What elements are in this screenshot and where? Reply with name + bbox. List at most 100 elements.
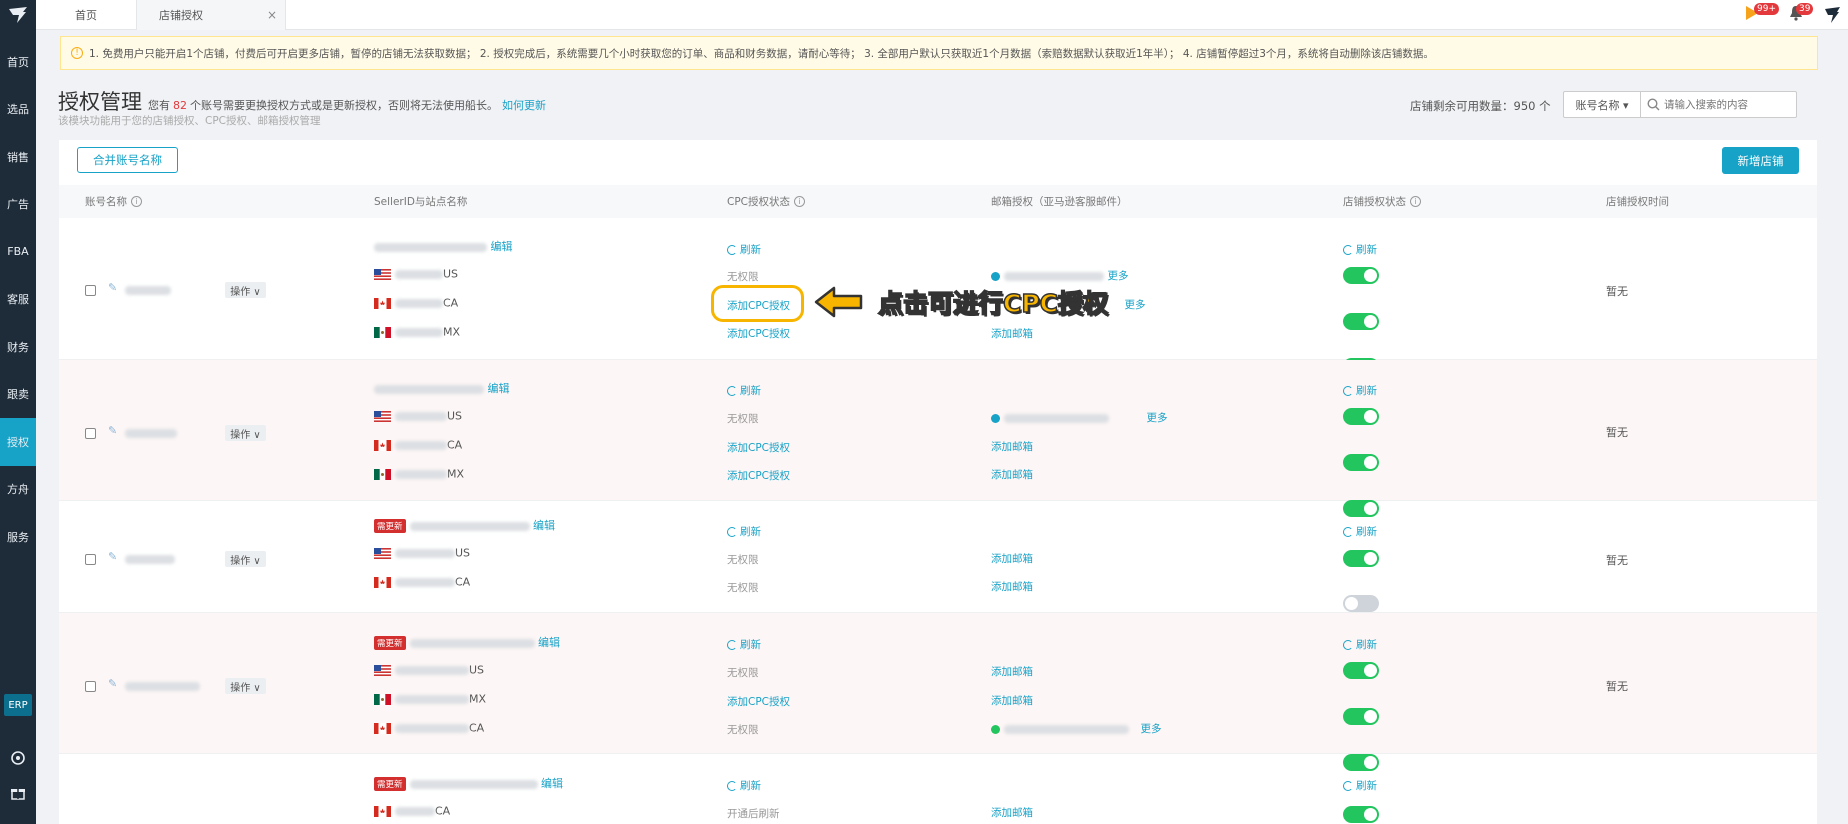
store-toggle-ca[interactable] xyxy=(1343,454,1379,471)
cpc-refresh-button[interactable]: 刷新 xyxy=(727,242,761,257)
edit-seller-link[interactable]: 编辑 xyxy=(538,636,560,649)
more-link[interactable]: 更多 xyxy=(1141,723,1162,735)
store-toggle-ca[interactable] xyxy=(1343,313,1379,330)
more-link[interactable]: 更多 xyxy=(1125,299,1146,311)
edit-seller-link[interactable]: 编辑 xyxy=(533,519,555,532)
row-checkbox[interactable] xyxy=(85,428,96,439)
user-avatar-icon[interactable] xyxy=(1822,4,1844,26)
add-email-button[interactable]: 添加邮箱 xyxy=(991,439,1033,454)
store-refresh-button[interactable]: 刷新 xyxy=(1343,778,1377,793)
add-email-button[interactable]: 添加邮箱 xyxy=(991,326,1033,341)
cpc-refresh-button[interactable]: 刷新 xyxy=(727,383,761,398)
add-email-button[interactable]: 添加邮箱 xyxy=(991,805,1033,820)
store-refresh-button[interactable]: 刷新 xyxy=(1343,524,1377,539)
sidebar-item-auth[interactable]: 授权 xyxy=(0,418,36,466)
mx-flag-icon xyxy=(374,468,391,480)
operation-dropdown[interactable]: 操作 ∨ xyxy=(225,551,266,567)
store-toggle-us[interactable] xyxy=(1343,408,1379,425)
site-code: US xyxy=(455,546,471,560)
add-email-button[interactable]: 添加邮箱 xyxy=(991,467,1033,482)
add-email-button[interactable]: 添加邮箱 xyxy=(991,551,1033,566)
search-input[interactable] xyxy=(1664,98,1789,111)
store-refresh-button[interactable]: 刷新 xyxy=(1343,637,1377,652)
more-link[interactable]: 更多 xyxy=(1147,412,1168,424)
edit-name-icon[interactable]: ✎ xyxy=(108,677,117,690)
store-auth-time: 暂无 xyxy=(1606,285,1628,298)
operation-dropdown[interactable]: 操作 ∨ xyxy=(225,282,266,298)
site-ca: CA xyxy=(374,438,462,452)
sidebar-item-services[interactable]: 服务 xyxy=(0,513,36,561)
tab-store-auth[interactable]: 店铺授权 × xyxy=(136,0,286,30)
sidebar-item-fba[interactable]: FBA xyxy=(0,228,36,276)
support-icon[interactable] xyxy=(8,748,28,768)
top-bar: 首页 店铺授权 × 99+ 39 xyxy=(36,0,1848,30)
row-checkbox[interactable] xyxy=(85,285,96,296)
info-icon[interactable]: i xyxy=(794,196,805,207)
ca-flag-icon xyxy=(374,805,391,817)
store-toggle-ca[interactable] xyxy=(1343,595,1379,612)
info-icon[interactable]: i xyxy=(1410,196,1421,207)
add-email-button[interactable]: 添加邮箱 xyxy=(991,579,1033,594)
tab-home[interactable]: 首页 xyxy=(36,0,136,30)
needs-update-tag: 需更新 xyxy=(374,636,406,650)
sidebar-item-product[interactable]: 选品 xyxy=(0,86,36,134)
table-row: 需更新 编辑 CA 刷新 开通后刷新 添加邮箱 刷新 xyxy=(59,754,1817,824)
sidebar-item-ark[interactable]: 方舟 xyxy=(0,466,36,514)
merge-account-button[interactable]: 合并账号名称 xyxy=(77,147,178,173)
flag-notice-button[interactable]: 99+ xyxy=(1744,3,1779,25)
sidebar-item-follow[interactable]: 跟卖 xyxy=(0,371,36,419)
info-icon[interactable]: i xyxy=(131,196,142,207)
bell-button[interactable]: 39 xyxy=(1788,3,1814,25)
row-checkbox[interactable] xyxy=(85,681,96,692)
account-name-select[interactable]: 账号名称 ▾ xyxy=(1563,91,1641,118)
cpc-refresh-button[interactable]: 刷新 xyxy=(727,778,761,793)
account-name-blurred xyxy=(125,283,171,296)
refresh-icon xyxy=(1343,526,1353,537)
gift-icon[interactable] xyxy=(8,783,28,803)
add-email-button[interactable]: 添加邮箱 xyxy=(991,693,1033,708)
add-cpc-button[interactable]: 添加CPC授权 xyxy=(727,440,790,455)
operation-dropdown[interactable]: 操作 ∨ xyxy=(225,678,266,694)
store-toggle-mx[interactable] xyxy=(1343,708,1379,725)
site-code: US xyxy=(447,409,463,423)
store-auth-time: 暂无 xyxy=(1606,426,1628,439)
add-cpc-button[interactable]: 添加CPC授权 xyxy=(727,694,790,709)
how-to-update-link[interactable]: 如何更新 xyxy=(502,99,546,112)
edit-seller-link[interactable]: 编辑 xyxy=(541,777,563,790)
erp-button[interactable]: ERP xyxy=(4,694,32,716)
sidebar-item-service[interactable]: 客服 xyxy=(0,276,36,324)
desc-pre: 您有 xyxy=(148,99,170,112)
add-cpc-button[interactable]: 添加CPC授权 xyxy=(727,326,790,341)
cpc-refresh-button[interactable]: 刷新 xyxy=(727,637,761,652)
more-link[interactable]: 更多 xyxy=(1108,270,1129,282)
ca-flag-icon xyxy=(374,439,391,451)
add-cpc-button[interactable]: 添加CPC授权 xyxy=(727,468,790,483)
row-checkbox[interactable] xyxy=(85,554,96,565)
sidebar-item-home[interactable]: 首页 xyxy=(0,38,36,86)
cpc-refresh-button[interactable]: 刷新 xyxy=(727,524,761,539)
sidebar-item-sales[interactable]: 销售 xyxy=(0,133,36,181)
store-toggle-us[interactable] xyxy=(1343,662,1379,679)
logo[interactable] xyxy=(0,0,36,30)
store-refresh-button[interactable]: 刷新 xyxy=(1343,383,1377,398)
edit-seller-link[interactable]: 编辑 xyxy=(491,240,513,253)
add-store-button[interactable]: 新增店铺 xyxy=(1722,147,1799,174)
edit-seller-link[interactable]: 编辑 xyxy=(488,382,510,395)
sidebar-item-ads[interactable]: 广告 xyxy=(0,181,36,229)
store-auth-panel: 合并账号名称 新增店铺 账号名称 i SellerID与站点名称 CPC授权状态 i… xyxy=(59,140,1817,824)
store-refresh-button[interactable]: 刷新 xyxy=(1343,242,1377,257)
edit-name-icon[interactable]: ✎ xyxy=(108,424,117,437)
sidebar-item-finance[interactable]: 财务 xyxy=(0,323,36,371)
refresh-label: 刷新 xyxy=(740,385,761,397)
close-icon[interactable]: × xyxy=(267,8,277,22)
store-toggle-us[interactable] xyxy=(1343,550,1379,567)
add-email-button[interactable]: 添加邮箱 xyxy=(991,664,1033,679)
edit-name-icon[interactable]: ✎ xyxy=(108,281,117,294)
store-toggle-ca[interactable] xyxy=(1343,806,1379,823)
edit-name-icon[interactable]: ✎ xyxy=(108,550,117,563)
store-toggle-us[interactable] xyxy=(1343,267,1379,284)
email-us: 更多 xyxy=(991,268,1129,283)
site-code: CA xyxy=(435,804,451,818)
operation-dropdown[interactable]: 操作 ∨ xyxy=(225,425,266,441)
remaining-count: 店铺剩余可用数量：950 个 xyxy=(1410,99,1551,113)
